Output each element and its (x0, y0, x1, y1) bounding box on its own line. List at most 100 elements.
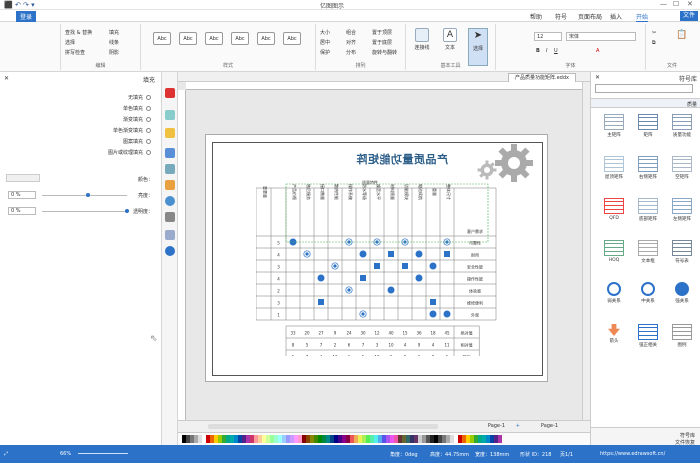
strong-relation-mark[interactable] (317, 274, 325, 282)
strong-relation-mark[interactable] (415, 274, 423, 282)
strong-relation-mark[interactable] (429, 262, 437, 270)
strong-relation-mark[interactable] (443, 310, 451, 318)
close-library-icon[interactable]: ✕ (595, 74, 600, 81)
group-button[interactable]: 组合 (346, 29, 356, 36)
center-button[interactable]: 居中 (320, 39, 330, 46)
zoom-level[interactable]: 66% (60, 451, 71, 457)
weak-relation-mark[interactable] (430, 299, 436, 305)
style-box-1[interactable]: Abc (153, 32, 171, 45)
option-gradient-fill[interactable]: 渐变填充 (123, 116, 151, 123)
layer-up-button[interactable]: 置于顶层 (372, 29, 392, 36)
shape-14[interactable]: 中关系 (633, 282, 663, 304)
strong-relation-mark[interactable] (415, 250, 423, 258)
maximize-icon[interactable]: ☐ (673, 0, 679, 8)
protect-button[interactable]: 保护 (320, 49, 330, 56)
connector-button[interactable]: 连接线 (412, 28, 432, 51)
library-search[interactable] (595, 84, 693, 93)
font-color-icon[interactable]: A (596, 48, 599, 54)
medium-relation-mark[interactable] (359, 310, 367, 318)
bold-icon[interactable]: B (536, 48, 540, 54)
color-picker[interactable] (6, 174, 40, 182)
vertical-scrollbar[interactable] (582, 82, 590, 420)
shape-9[interactable]: QFD (599, 198, 629, 221)
transparency-knob[interactable] (125, 209, 129, 213)
shape-5[interactable]: 右侧矩阵 (633, 156, 663, 180)
transparency-spin[interactable]: 0 % (8, 207, 36, 215)
weak-relation-mark[interactable] (444, 251, 450, 257)
spell-button[interactable]: 拼写检查 (65, 49, 85, 56)
shape-3[interactable]: 主矩阵 (599, 114, 629, 138)
style-box-6[interactable]: Abc (283, 32, 301, 45)
login-button[interactable]: 登录 (16, 11, 37, 22)
transparency-slider[interactable] (42, 209, 129, 213)
zoom-slider[interactable] (78, 453, 128, 454)
shape-11[interactable]: 文本框 (633, 240, 663, 264)
file-menu[interactable]: 文件 (680, 11, 698, 21)
shape-4[interactable]: 空矩阵 (667, 156, 697, 180)
cut-icon[interactable]: ✂ (652, 30, 656, 36)
style-box-2[interactable]: Abc (179, 32, 197, 45)
medium-relation-mark[interactable] (331, 262, 339, 270)
shape-12[interactable]: HOQ (599, 240, 629, 263)
shape-1[interactable]: 质量功能 (667, 114, 697, 138)
size-button[interactable]: 大小 (320, 29, 330, 36)
text-tool-button[interactable]: A 文本 (440, 28, 460, 51)
help-icon[interactable] (165, 246, 175, 256)
add-page-icon[interactable]: + (516, 423, 520, 429)
option-single-gradient[interactable]: 单色渐变填充 (113, 127, 151, 134)
line-tool-icon[interactable] (165, 110, 175, 120)
select-button[interactable]: 选择 (65, 39, 75, 46)
shade-knob[interactable] (86, 193, 90, 197)
font-name-select[interactable]: 宋体 (566, 32, 636, 41)
shape-7[interactable]: 左侧矩阵 (667, 198, 697, 222)
history-icon[interactable] (165, 212, 175, 222)
page-selector[interactable]: Page-1 (541, 423, 558, 429)
weak-relation-mark[interactable] (402, 263, 408, 269)
medium-relation-mark[interactable] (345, 286, 353, 294)
weak-relation-mark[interactable] (360, 275, 366, 281)
layer-tool-icon[interactable] (165, 180, 175, 190)
italic-icon[interactable]: I (546, 48, 547, 54)
zoom-fit-icon[interactable]: ⤢ (4, 451, 8, 457)
shape-10[interactable]: 符号表 (667, 240, 697, 264)
option-no-fill[interactable]: 无填充 (128, 94, 151, 101)
shadow-tool-icon[interactable] (165, 128, 175, 138)
weak-relation-mark[interactable] (374, 263, 380, 269)
menu-layout[interactable]: 页面布局 (578, 12, 602, 21)
shade-spin[interactable]: 0 % (8, 191, 36, 199)
copy-icon[interactable]: ⧉ (652, 40, 656, 46)
font-size-select[interactable]: 12 (534, 32, 562, 41)
shape-2[interactable]: 矩阵 (633, 114, 663, 138)
strong-relation-mark[interactable] (429, 310, 437, 318)
shape-16[interactable]: 图例 (667, 324, 697, 348)
align-button[interactable]: 对齐 (346, 39, 356, 46)
strong-relation-mark[interactable] (387, 286, 395, 294)
document-tab[interactable]: 产品质量功能矩阵.eddx (508, 73, 576, 82)
shade-slider[interactable] (42, 193, 127, 197)
shape-13[interactable]: 强关系 (667, 282, 697, 304)
strong-relation-mark[interactable] (359, 250, 367, 258)
fill-button[interactable]: 填充 (109, 29, 119, 36)
style-box-4[interactable]: Abc (231, 32, 249, 45)
tab-symbol-library[interactable]: 符号库 (680, 432, 695, 439)
style-box-3[interactable]: Abc (205, 32, 223, 45)
shape-17[interactable]: 强正相关 (633, 324, 663, 348)
option-pattern-fill[interactable]: 图案填充 (123, 138, 151, 145)
close-panel-icon[interactable]: ✕ (4, 75, 9, 82)
line-button[interactable]: 线条 (109, 39, 119, 46)
weak-relation-mark[interactable] (318, 299, 324, 305)
menu-symbol[interactable]: 符号 (555, 12, 567, 21)
style-box-5[interactable]: Abc (257, 32, 275, 45)
image-tool-icon[interactable] (165, 148, 175, 158)
color-swatch[interactable] (498, 435, 502, 443)
option-solid-fill[interactable]: 单色填充 (123, 105, 151, 112)
quick-access-icon[interactable]: ⬛ ↶ ↷ ▾ (4, 1, 35, 9)
option-picture-fill[interactable]: 图片或纹理填充 (108, 149, 151, 156)
comment-icon[interactable] (165, 230, 175, 240)
page-tool-icon[interactable] (165, 164, 175, 174)
find-replace-button[interactable]: 查找 & 替换 (65, 29, 92, 36)
minimize-icon[interactable]: — (660, 0, 667, 8)
distribute-button[interactable]: 分布 (346, 49, 356, 56)
fill-tool-icon[interactable] (165, 88, 175, 98)
navigator-icon[interactable] (165, 196, 175, 206)
